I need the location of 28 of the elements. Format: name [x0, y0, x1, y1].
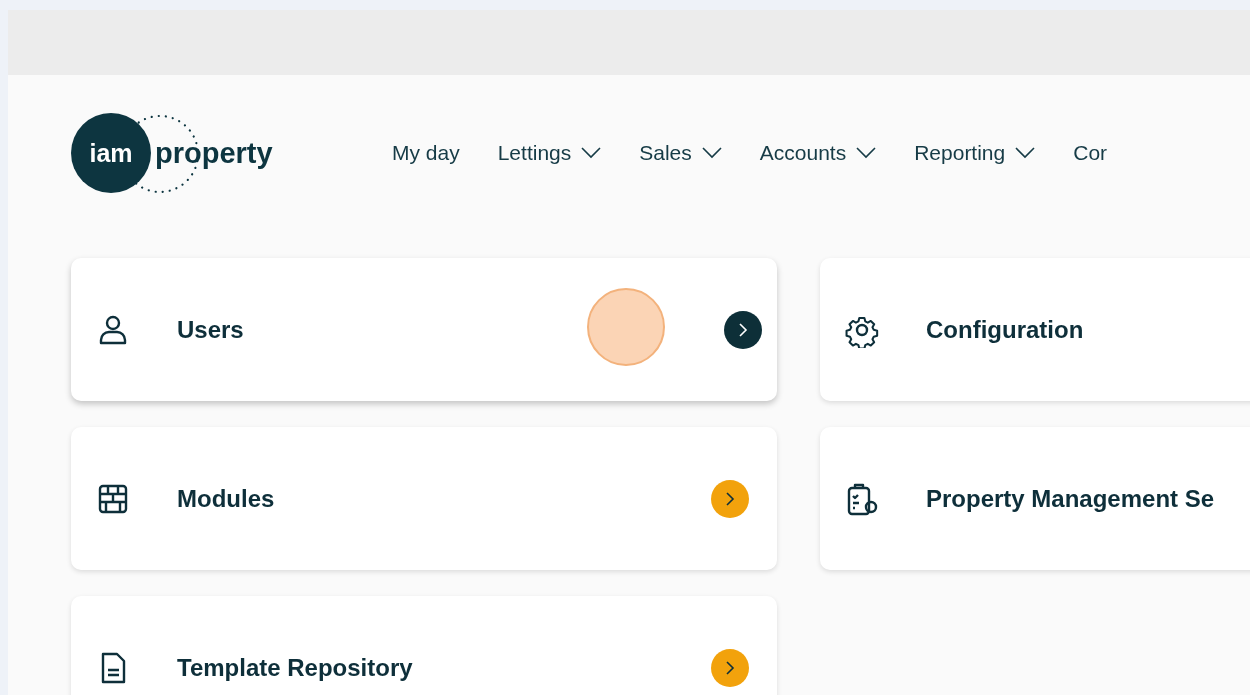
- nav-menu-item[interactable]: My day: [392, 141, 460, 165]
- nav-menu-item[interactable]: Cor: [1073, 141, 1108, 165]
- menu-card[interactable]: Modules: [71, 427, 777, 570]
- chevron-right-icon: [738, 321, 748, 338]
- chevron-right-icon: [725, 659, 735, 676]
- menu-card[interactable]: Template Repository: [71, 596, 777, 695]
- nav-menu-item[interactable]: Lettings: [497, 141, 602, 165]
- card-title: Template Repository: [177, 653, 414, 682]
- nav-menu-item[interactable]: Accounts: [759, 141, 877, 165]
- chevron-button[interactable]: [711, 479, 749, 518]
- nav-menu-item[interactable]: Reporting: [914, 141, 1036, 165]
- menu-card[interactable]: Users: [71, 258, 777, 401]
- logo-wordmark: property: [155, 136, 273, 170]
- caret-icon: [701, 147, 722, 159]
- caret-icon: [856, 147, 877, 159]
- chevron-right-icon: [725, 490, 735, 507]
- chevron-button[interactable]: [711, 648, 749, 687]
- card-title: Configuration: [926, 315, 1085, 344]
- menu-card[interactable]: Configuration: [820, 258, 1250, 401]
- card-title: Property Management Se: [926, 484, 1216, 513]
- logo-mark: iam: [71, 113, 151, 193]
- caret-icon: [1015, 147, 1036, 159]
- card-title: Users: [177, 315, 245, 344]
- caret-icon: [581, 147, 602, 159]
- chevron-button[interactable]: [724, 310, 762, 349]
- menu-card[interactable]: Property Management Se: [820, 427, 1250, 570]
- card-title: Modules: [177, 484, 276, 513]
- nav-menu-item[interactable]: Sales: [639, 141, 722, 165]
